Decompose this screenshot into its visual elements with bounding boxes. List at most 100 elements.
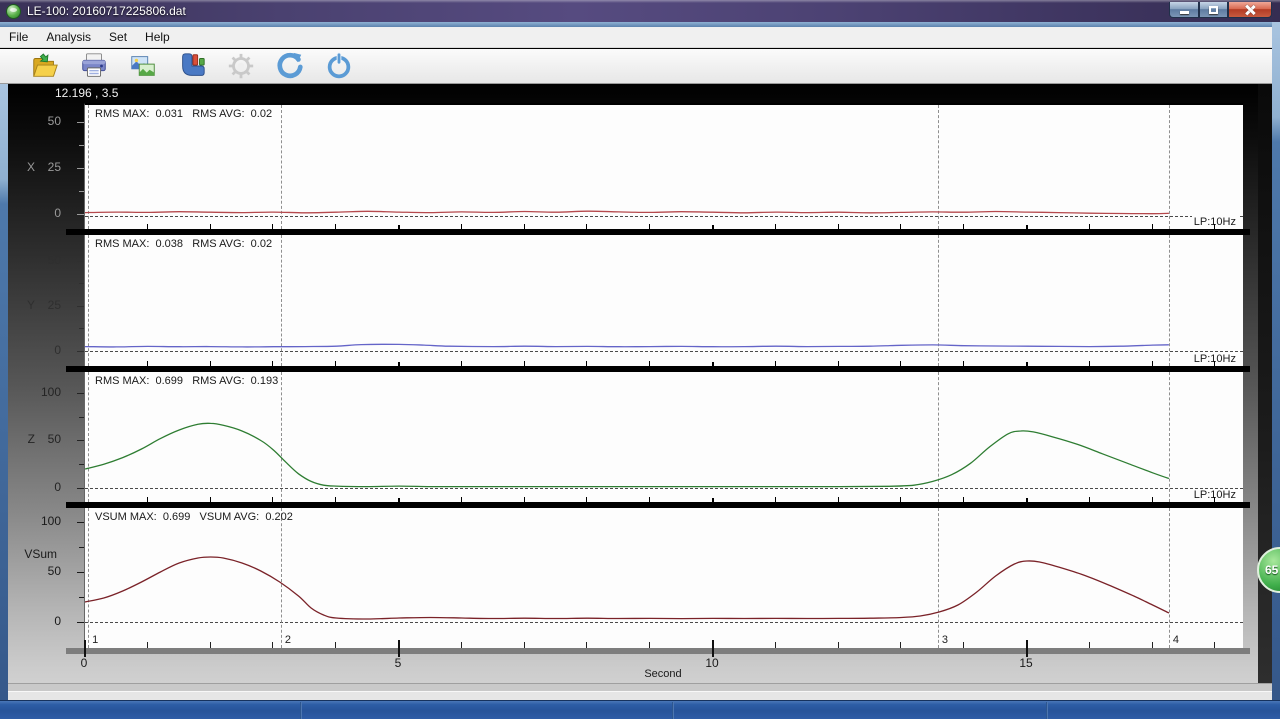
y-tick-label-z: 0 xyxy=(7,480,61,494)
axis-minor-tick xyxy=(775,497,776,502)
axis-minor-tick xyxy=(461,361,462,366)
x-axis-title: Second xyxy=(623,668,703,680)
time-minor-tick xyxy=(838,642,839,648)
axis-minor-tick xyxy=(649,497,650,502)
axis-minor-tick xyxy=(1214,224,1215,229)
time-minor-tick xyxy=(1214,642,1215,648)
y-tick-label-vsum: 0 xyxy=(7,614,61,628)
y-tick-vsum xyxy=(77,572,84,573)
panel-stats-z: RMS MAX: 0.699 RMS AVG: 0.193 xyxy=(95,375,278,387)
axis-minor-tick xyxy=(900,224,901,229)
window-bottom-frame xyxy=(0,691,1280,700)
y-tick-z xyxy=(77,488,84,489)
time-minor-tick xyxy=(1089,642,1090,648)
time-tick-label-15: 15 xyxy=(1011,656,1041,670)
axis-minor-tick xyxy=(210,497,211,502)
axis-minor-tick xyxy=(1089,224,1090,229)
y-tick-z xyxy=(79,417,84,418)
y-tick-y xyxy=(77,261,84,262)
menu-analysis[interactable]: Analysis xyxy=(37,27,100,47)
toolbar xyxy=(0,49,1273,84)
time-major-tick xyxy=(712,640,714,657)
titlebar-gloss xyxy=(0,0,1280,3)
gear-icon xyxy=(226,51,256,81)
axis-minor-tick xyxy=(775,361,776,366)
snapshot-button[interactable] xyxy=(128,51,158,81)
axis-minor-tick xyxy=(963,497,964,502)
open-file-button[interactable] xyxy=(30,51,60,81)
y-tick-y xyxy=(79,328,84,329)
time-minor-tick xyxy=(775,642,776,648)
axis-minor-tick xyxy=(900,361,901,366)
chart-panel-x[interactable]: RMS MAX: 0.031 RMS AVG: 0.02LP:10Hz xyxy=(84,103,1243,229)
status-bar xyxy=(0,683,1280,691)
printer-icon xyxy=(79,51,109,81)
open-folder-icon xyxy=(30,51,60,81)
x-series-line xyxy=(85,211,1169,214)
axis-minor-tick xyxy=(335,361,336,366)
y-tick-label-vsum: 100 xyxy=(7,514,61,528)
axis-minor-tick xyxy=(586,224,587,229)
time-tick-label-5: 5 xyxy=(383,656,413,670)
menu-set[interactable]: Set xyxy=(100,27,136,47)
x-series-plot xyxy=(85,105,1244,231)
power-icon xyxy=(324,51,354,81)
z-series-plot xyxy=(85,372,1244,502)
time-minor-tick xyxy=(272,642,273,648)
y-tick-x xyxy=(77,122,84,123)
maximize-button[interactable] xyxy=(1199,2,1228,18)
chart-area: 12.196 , 3.5 Second RMS MAX: 0.031 RMS A… xyxy=(7,84,1258,683)
y-tick-vsum xyxy=(77,622,84,623)
chart-panel-vsum[interactable]: 1234VSUM MAX: 0.699 VSUM AVG: 0.202 xyxy=(84,508,1243,648)
time-minor-tick xyxy=(963,642,964,648)
axis-minor-tick xyxy=(272,361,273,366)
close-icon xyxy=(1245,5,1255,15)
axis-minor-tick xyxy=(461,497,462,502)
title-bar[interactable]: LE-100: 20160717225806.dat xyxy=(0,0,1280,22)
y-tick-label-y: 0 xyxy=(7,343,61,357)
menu-help[interactable]: Help xyxy=(136,27,179,47)
axis-name-vsum: VSum xyxy=(7,547,57,561)
y-tick-y xyxy=(79,283,84,284)
axis-minor-tick xyxy=(586,361,587,366)
chart-panel-y[interactable]: RMS MAX: 0.038 RMS AVG: 0.02LP:10Hz xyxy=(84,235,1243,366)
vsum-series-line xyxy=(85,557,1169,619)
axis-minor-tick xyxy=(147,497,148,502)
menu-file[interactable]: File xyxy=(0,27,37,47)
time-minor-tick xyxy=(147,642,148,648)
axis-minor-tick xyxy=(272,224,273,229)
minimize-button[interactable] xyxy=(1169,2,1199,18)
axis-minor-tick xyxy=(461,224,462,229)
y-tick-x xyxy=(79,145,84,146)
y-tick-x xyxy=(79,191,84,192)
power-button[interactable] xyxy=(324,51,354,81)
axis-name-y: Y xyxy=(7,298,35,312)
panel-stats-x: RMS MAX: 0.031 RMS AVG: 0.02 xyxy=(95,108,272,120)
axis-minor-tick xyxy=(586,497,587,502)
y-tick-y xyxy=(77,306,84,307)
taskbar-divider xyxy=(1046,702,1048,719)
report-chart-button[interactable] xyxy=(177,51,207,81)
taskbar[interactable] xyxy=(0,700,1280,719)
refresh-icon xyxy=(275,51,305,81)
menu-bar: File Analysis Set Help xyxy=(0,27,1273,48)
maximize-icon xyxy=(1209,6,1218,14)
images-icon xyxy=(128,51,158,81)
axis-minor-tick xyxy=(963,224,964,229)
chart-panel-z[interactable]: RMS MAX: 0.699 RMS AVG: 0.193LP:10Hz xyxy=(84,372,1243,502)
taskbar-divider xyxy=(672,702,674,719)
print-button[interactable] xyxy=(79,51,109,81)
time-minor-tick xyxy=(1152,642,1153,648)
axis-minor-tick xyxy=(775,224,776,229)
y-tick-x xyxy=(77,214,84,215)
app-icon xyxy=(6,4,21,19)
time-axis-bar xyxy=(66,648,1250,654)
refresh-button[interactable] xyxy=(275,51,305,81)
cursor-readout: 12.196 , 3.5 xyxy=(55,86,118,100)
close-button[interactable] xyxy=(1228,2,1272,18)
axis-minor-tick xyxy=(649,224,650,229)
settings-button[interactable] xyxy=(226,51,256,81)
axis-minor-tick xyxy=(1152,497,1153,502)
axis-minor-tick xyxy=(838,497,839,502)
y-tick-y xyxy=(77,351,84,352)
